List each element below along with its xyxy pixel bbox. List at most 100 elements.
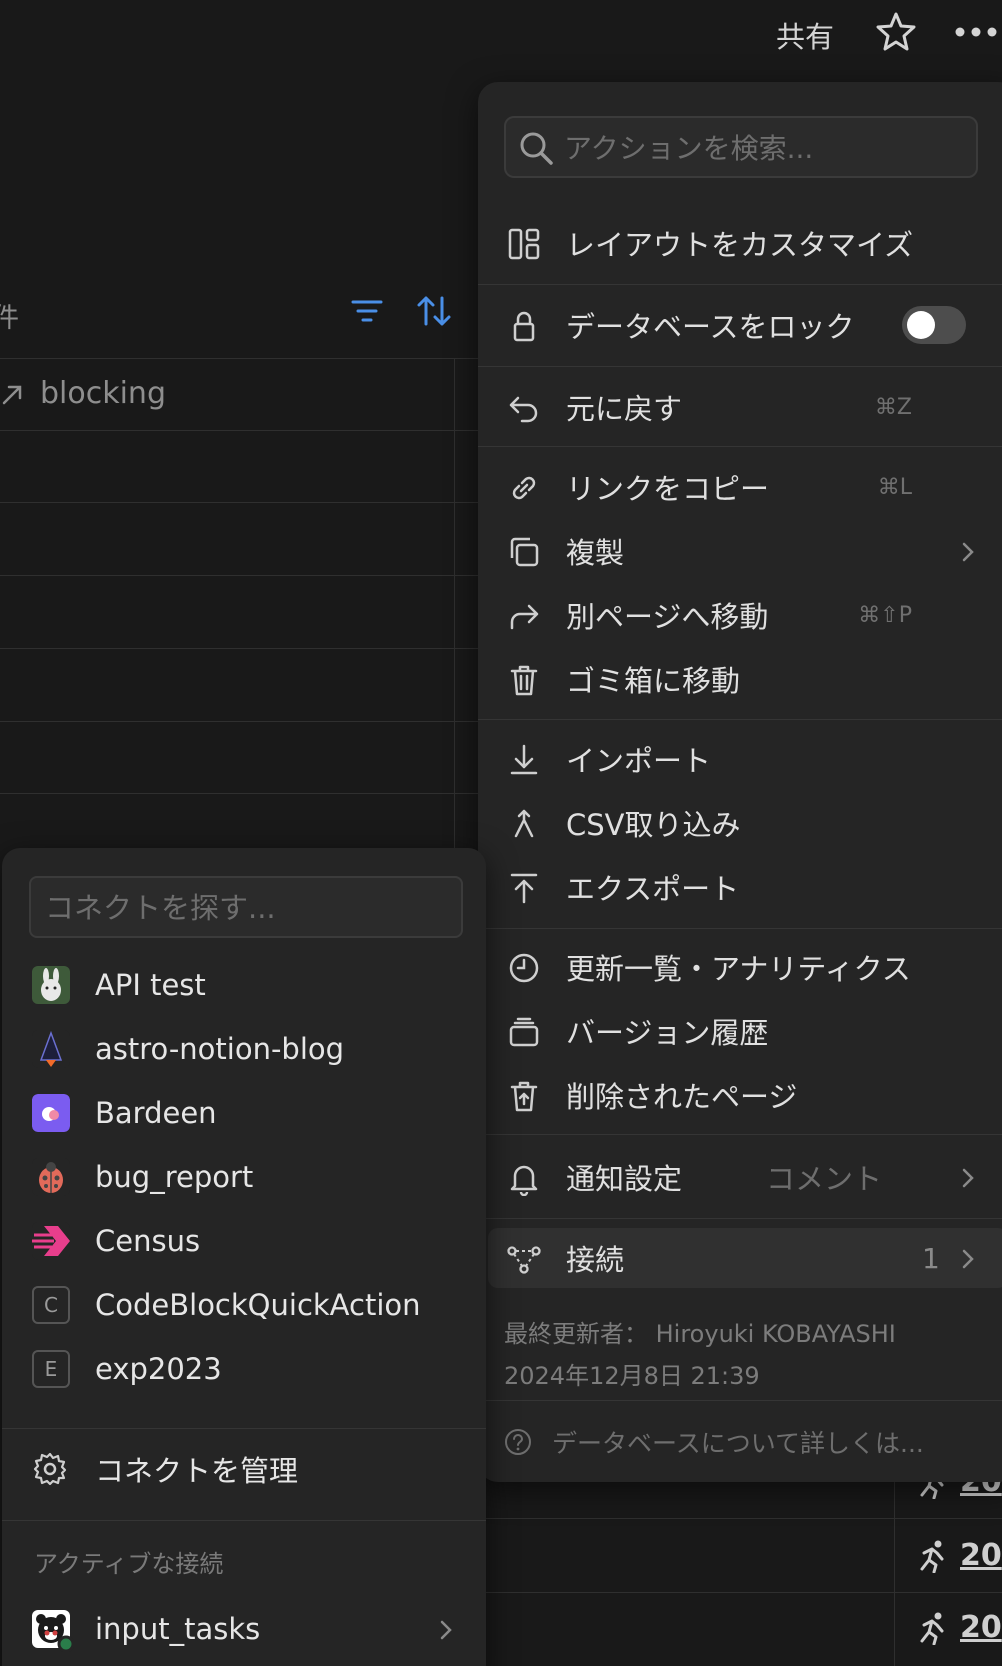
table-divider <box>0 575 478 576</box>
duplicate-icon <box>510 537 539 567</box>
integration-name: input_tasks <box>95 1612 261 1646</box>
table-divider <box>486 1518 1002 1519</box>
manage-connections-button[interactable]: コネクトを管理 <box>2 1440 486 1498</box>
last-edited-at: 2024年12月8日 21:39 <box>504 1362 760 1390</box>
table-cell: 20 <box>916 1538 1002 1573</box>
rabbit-avatar-icon <box>32 966 70 1004</box>
integration-name: CodeBlockQuickAction <box>95 1288 421 1322</box>
menu-item-label: データベースをロック <box>566 310 855 344</box>
menu-divider <box>478 284 1002 285</box>
integration-item[interactable]: bug_report <box>2 1148 486 1206</box>
table-column-divider <box>894 1460 895 1666</box>
help-circle-icon <box>505 1429 531 1455</box>
chevron-right-icon <box>962 542 974 562</box>
integration-item[interactable]: API test <box>2 956 486 1014</box>
more-icon[interactable] <box>954 10 998 54</box>
connections-submenu: API test astro-notion-blog Bardeen bug_r… <box>2 848 486 1666</box>
menu-item-version-history[interactable]: バージョン履歴 <box>478 1002 1002 1060</box>
menu-item-label: 複製 <box>566 536 625 570</box>
lock-database-toggle[interactable] <box>902 306 966 344</box>
menu-item-undo[interactable]: 元に戻す ⌘Z <box>478 378 1002 436</box>
menu-item-updates-analytics[interactable]: 更新一覧・アナリティクス <box>478 938 1002 996</box>
menu-divider <box>2 1520 486 1521</box>
active-connections-heading: アクティブな接続 <box>34 1550 224 1578</box>
lock-icon <box>513 311 535 342</box>
integration-item[interactable]: C CodeBlockQuickAction <box>2 1276 486 1334</box>
page: 共有 件 blocking 20 20 20 <box>0 0 1002 1666</box>
menu-item-customize-layout[interactable]: レイアウトをカスタマイズ <box>478 214 1002 272</box>
table-divider <box>486 1592 1002 1593</box>
integration-name: astro-notion-blog <box>95 1032 345 1066</box>
menu-divider <box>2 1428 486 1429</box>
menu-item-deleted-pages[interactable]: 削除されたページ <box>478 1066 1002 1124</box>
search-icon <box>520 132 553 165</box>
rocket-avatar-icon <box>32 1030 70 1068</box>
menu-item-notifications[interactable]: 通知設定 コメント <box>478 1148 1002 1206</box>
connection-search-input[interactable] <box>45 886 449 930</box>
menu-divider <box>478 928 1002 929</box>
relation-arrow-icon <box>2 385 22 404</box>
table-divider <box>0 358 478 359</box>
notification-setting-value: コメント <box>765 1162 882 1196</box>
menu-item-export[interactable]: エクスポート <box>478 858 1002 916</box>
menu-divider <box>478 366 1002 367</box>
date-value: 20 <box>960 1610 1002 1645</box>
merge-icon <box>514 809 534 838</box>
runner-icon <box>920 1612 944 1645</box>
shortcut-hint: ⌘⇧P <box>858 602 912 628</box>
table-divider <box>0 502 478 503</box>
learn-more-label: データベースについて詳しくは... <box>552 1429 924 1458</box>
integration-name: API test <box>95 968 206 1002</box>
chevron-right-icon <box>440 1620 452 1640</box>
learn-about-databases-link[interactable]: データベースについて詳しくは... <box>504 1424 924 1460</box>
gear-icon <box>33 1452 67 1486</box>
menu-divider <box>478 1134 1002 1135</box>
menu-item-label: 更新一覧・アナリティクス <box>566 952 911 986</box>
menu-divider <box>478 1218 1002 1219</box>
menu-item-label: CSV取り込み <box>566 808 741 842</box>
letter-avatar-icon: E <box>32 1350 70 1388</box>
action-search-input[interactable] <box>564 126 964 170</box>
menu-item-import[interactable]: インポート <box>478 730 1002 788</box>
menu-item-csv-import[interactable]: CSV取り込み <box>478 794 1002 852</box>
connections-icon <box>507 1246 541 1274</box>
menu-item-lock-database[interactable]: データベースをロック <box>478 296 1002 354</box>
menu-item-label: ゴミ箱に移動 <box>566 664 741 698</box>
menu-item-connections[interactable]: 接続 1 <box>478 1229 1002 1287</box>
menu-item-label: 削除されたページ <box>566 1080 798 1114</box>
active-connection-item[interactable]: input_tasks <box>2 1600 486 1658</box>
menu-item-copy-link[interactable]: リンクをコピー ⌘L <box>478 458 1002 516</box>
star-icon[interactable] <box>874 10 918 54</box>
last-edited-by: 最終更新者： Hiroyuki KOBAYASHI <box>504 1320 896 1348</box>
table-divider <box>0 648 478 649</box>
menu-item-duplicate[interactable]: 複製 <box>478 522 1002 580</box>
integration-name: bug_report <box>95 1160 254 1194</box>
date-value: 20 <box>960 1538 1002 1573</box>
menu-item-move-to[interactable]: 別ページへ移動 ⌘⇧P <box>478 586 1002 644</box>
integration-item[interactable]: Census <box>2 1212 486 1270</box>
integration-name: Bardeen <box>95 1096 217 1130</box>
connection-search-box[interactable] <box>29 876 463 938</box>
menu-divider <box>478 719 1002 720</box>
share-button[interactable]: 共有 <box>776 14 834 56</box>
integration-name: Census <box>95 1224 201 1258</box>
integration-item[interactable]: Bardeen <box>2 1084 486 1142</box>
integration-item[interactable]: E exp2023 <box>2 1340 486 1398</box>
table-divider <box>0 430 478 431</box>
move-arrow-icon <box>510 604 539 630</box>
action-search-box[interactable] <box>504 116 978 178</box>
clock-icon <box>509 953 539 983</box>
table-cell: 20 <box>916 1610 1002 1645</box>
version-history-icon <box>509 1017 539 1047</box>
bardeen-logo-icon <box>32 1094 70 1132</box>
integration-item[interactable]: astro-notion-blog <box>2 1020 486 1078</box>
sort-icon[interactable] <box>415 292 453 330</box>
layout-icon <box>508 228 540 260</box>
import-icon <box>510 744 538 775</box>
menu-item-trash[interactable]: ゴミ箱に移動 <box>478 650 1002 708</box>
database-actions-menu: レイアウトをカスタマイズ データベースをロック 元に戻す ⌘Z リンクをコピー … <box>478 82 1002 1482</box>
column-header-blocking[interactable]: blocking <box>0 376 166 411</box>
filter-icon[interactable] <box>350 294 384 328</box>
connections-count: 1 <box>922 1241 940 1275</box>
link-icon <box>512 476 536 500</box>
